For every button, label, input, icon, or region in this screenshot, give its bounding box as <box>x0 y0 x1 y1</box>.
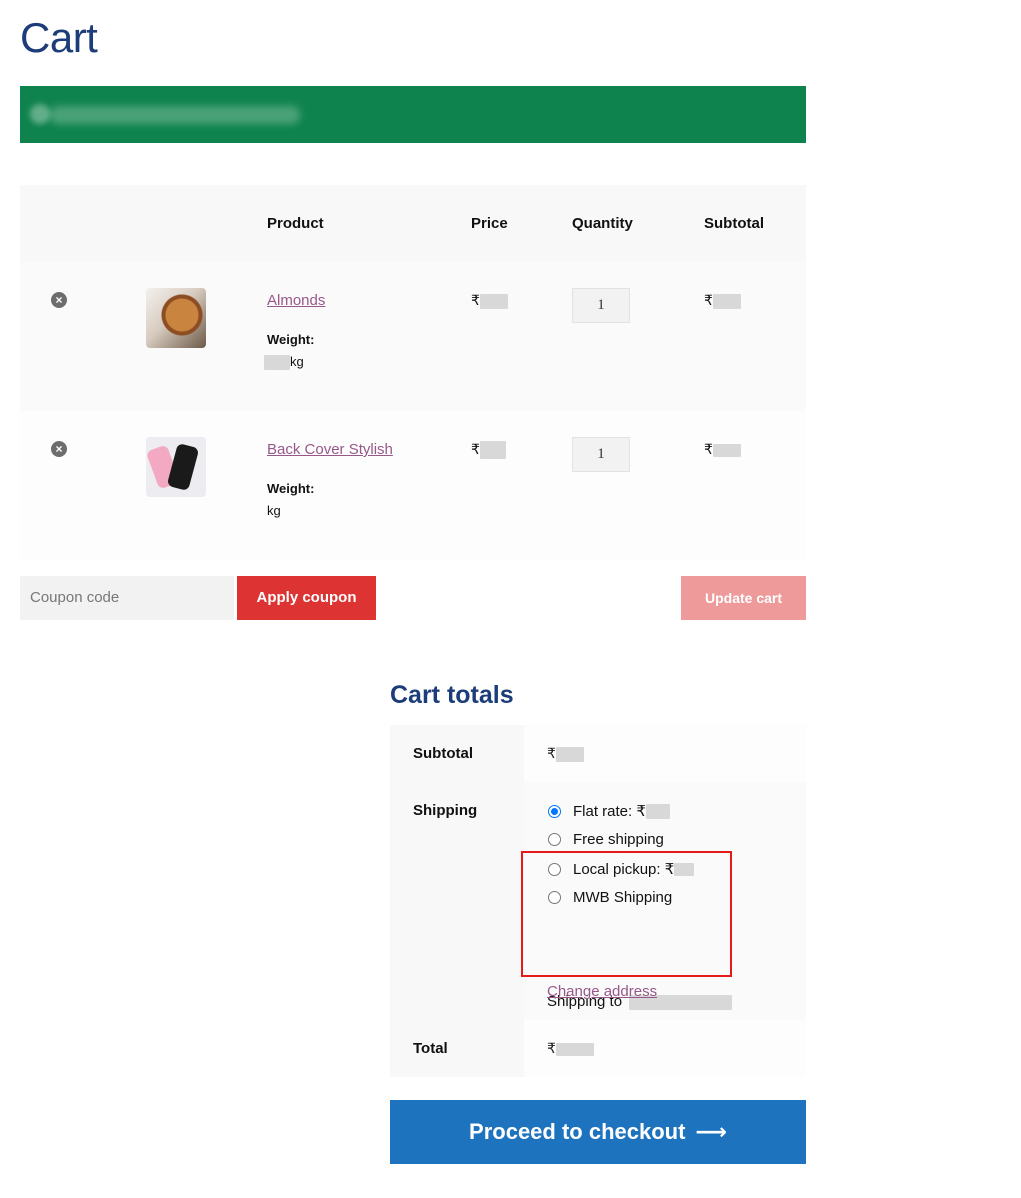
shipping-option-free[interactable]: Free shipping <box>548 831 664 848</box>
weight-label: Weight: <box>267 481 315 496</box>
subtotal-back-cover: ₹ <box>704 441 741 458</box>
remove-item-icon[interactable]: × <box>51 292 67 308</box>
cart-row-back-cover: × Back Cover Stylish Weight: kg ₹ 1 ₹ <box>20 411 806 560</box>
product-link-back-cover[interactable]: Back Cover Stylish <box>267 441 393 458</box>
header-quantity: Quantity <box>572 215 633 232</box>
weight-label: Weight: <box>267 332 315 347</box>
highlight-annotation-box <box>521 851 732 977</box>
redacted-value <box>712 293 741 309</box>
redacted-value <box>645 803 670 819</box>
change-address-link[interactable]: Change address <box>547 983 657 1000</box>
arrow-right-icon: ⟶ <box>695 1119 727 1144</box>
remove-item-icon[interactable]: × <box>51 441 67 457</box>
proceed-to-checkout-button[interactable]: Proceed to checkout ⟶ <box>390 1100 806 1164</box>
redacted-value <box>555 746 584 762</box>
cart-totals-title: Cart totals <box>390 681 514 709</box>
subtotal-value: ₹ <box>547 745 584 762</box>
total-value: ₹ <box>547 1040 594 1057</box>
redacted-value <box>479 293 508 309</box>
quantity-input[interactable]: 1 <box>572 288 630 323</box>
page-title: Cart <box>20 14 98 61</box>
header-subtotal: Subtotal <box>704 215 764 232</box>
totals-subtotal-row: Subtotal ₹ <box>390 725 806 782</box>
subtotal-almonds: ₹ <box>704 292 741 309</box>
apply-coupon-button[interactable]: Apply coupon <box>237 576 376 620</box>
product-link-almonds[interactable]: Almonds <box>267 292 325 309</box>
radio-selected[interactable] <box>548 804 561 818</box>
almonds-thumbnail[interactable] <box>146 288 206 348</box>
weight-value: kg <box>264 354 304 371</box>
notice-icon <box>30 104 50 124</box>
redacted-value <box>479 441 506 460</box>
radio-unselected[interactable] <box>548 833 561 846</box>
notice-text-redacted <box>50 106 300 124</box>
redacted-value <box>555 1042 594 1056</box>
success-notice <box>20 86 806 143</box>
header-price: Price <box>471 215 508 232</box>
price-back-cover: ₹ <box>471 441 506 460</box>
total-label: Total <box>413 1040 448 1057</box>
cart-totals-table: Subtotal ₹ Shipping Flat rate: ₹ Free sh… <box>390 725 806 1077</box>
update-cart-button[interactable]: Update cart <box>681 576 806 620</box>
phone-cover-thumbnail[interactable] <box>146 437 206 497</box>
redacted-value <box>264 355 290 371</box>
price-almonds: ₹ <box>471 292 508 309</box>
redacted-value <box>712 443 741 457</box>
shipping-label: Shipping <box>413 802 478 819</box>
header-product: Product <box>267 215 324 232</box>
cart-table: Product Price Quantity Subtotal × Almond… <box>20 185 806 560</box>
totals-total-row: Total ₹ <box>390 1020 806 1077</box>
cart-table-header: Product Price Quantity Subtotal <box>20 185 806 262</box>
subtotal-label: Subtotal <box>413 745 473 762</box>
shipping-option-flat-rate[interactable]: Flat rate: ₹ <box>548 802 670 820</box>
cart-row-almonds: × Almonds Weight: kg ₹ 1 ₹ <box>20 262 806 411</box>
quantity-input[interactable]: 1 <box>572 437 630 472</box>
weight-value: kg <box>267 503 281 518</box>
coupon-code-input[interactable]: Coupon code <box>20 576 234 620</box>
